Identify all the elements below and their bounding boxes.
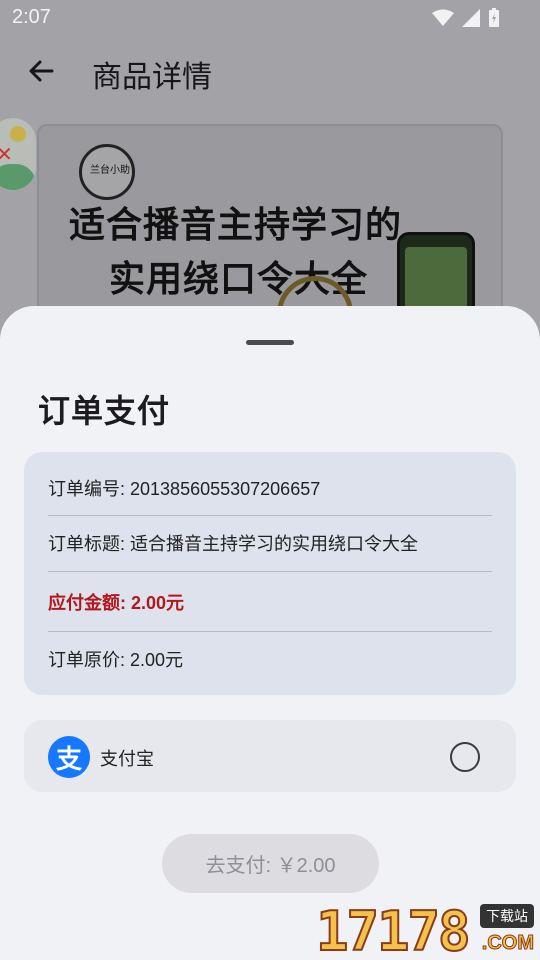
- order-info-card: 订单编号: 2013856055307206657 订单标题: 适合播音主持学习…: [24, 452, 516, 695]
- wifi-icon: [432, 9, 454, 26]
- alipay-label: 支付宝: [100, 749, 154, 769]
- order-title-row: 订单标题: 适合播音主持学习的实用绕口令大全: [48, 533, 492, 555]
- payment-bottom-sheet: 订单支付 订单编号: 2013856055307206657 订单标题: 适合播…: [0, 306, 540, 960]
- order-number-label: 订单编号:: [48, 479, 131, 499]
- battery-icon: [489, 8, 499, 27]
- page-title: 商品详情: [92, 61, 212, 94]
- status-icons: [432, 8, 500, 28]
- image-placeholder-icon[interactable]: ✕: [0, 118, 36, 190]
- app-bar: 商品详情: [0, 36, 540, 106]
- divider: [48, 631, 492, 632]
- divider: [48, 571, 492, 572]
- divider: [48, 515, 492, 516]
- amount-due-value: 2.00元: [131, 593, 185, 613]
- alipay-icon: 支: [48, 736, 90, 778]
- status-time: 2:07: [12, 6, 51, 28]
- order-title-value: 适合播音主持学习的实用绕口令大全: [130, 534, 419, 554]
- original-price-label: 订单原价:: [48, 650, 131, 670]
- sheet-drag-handle[interactable]: [246, 340, 294, 345]
- sheet-title: 订单支付: [38, 393, 171, 429]
- watermark-number: 17178: [315, 899, 472, 960]
- original-price-row: 订单原价: 2.00元: [48, 649, 492, 671]
- pay-button[interactable]: 去支付: ￥2.00: [162, 834, 379, 893]
- product-headline-line1: 适合播音主持学习的: [69, 204, 403, 245]
- site-watermark: 17178 下载站 .COM: [315, 899, 540, 960]
- watermark-badge: 下载站: [480, 904, 534, 928]
- amount-due-row: 应付金额: 2.00元: [48, 592, 492, 614]
- alipay-option[interactable]: 支 支付宝: [24, 720, 516, 792]
- brand-logo: 兰台小助: [79, 144, 135, 200]
- signal-icon: [462, 9, 480, 27]
- status-bar: 2:07: [0, 0, 540, 36]
- alipay-radio[interactable]: [450, 742, 480, 772]
- order-number-value: 2013856055307206657: [130, 479, 321, 499]
- order-title-label: 订单标题:: [48, 534, 131, 554]
- amount-due-label: 应付金额:: [48, 593, 131, 613]
- order-number-row: 订单编号: 2013856055307206657: [48, 478, 492, 500]
- back-arrow-icon[interactable]: [26, 56, 56, 86]
- original-price-value: 2.00元: [130, 650, 184, 670]
- watermark-domain: .COM: [481, 932, 534, 955]
